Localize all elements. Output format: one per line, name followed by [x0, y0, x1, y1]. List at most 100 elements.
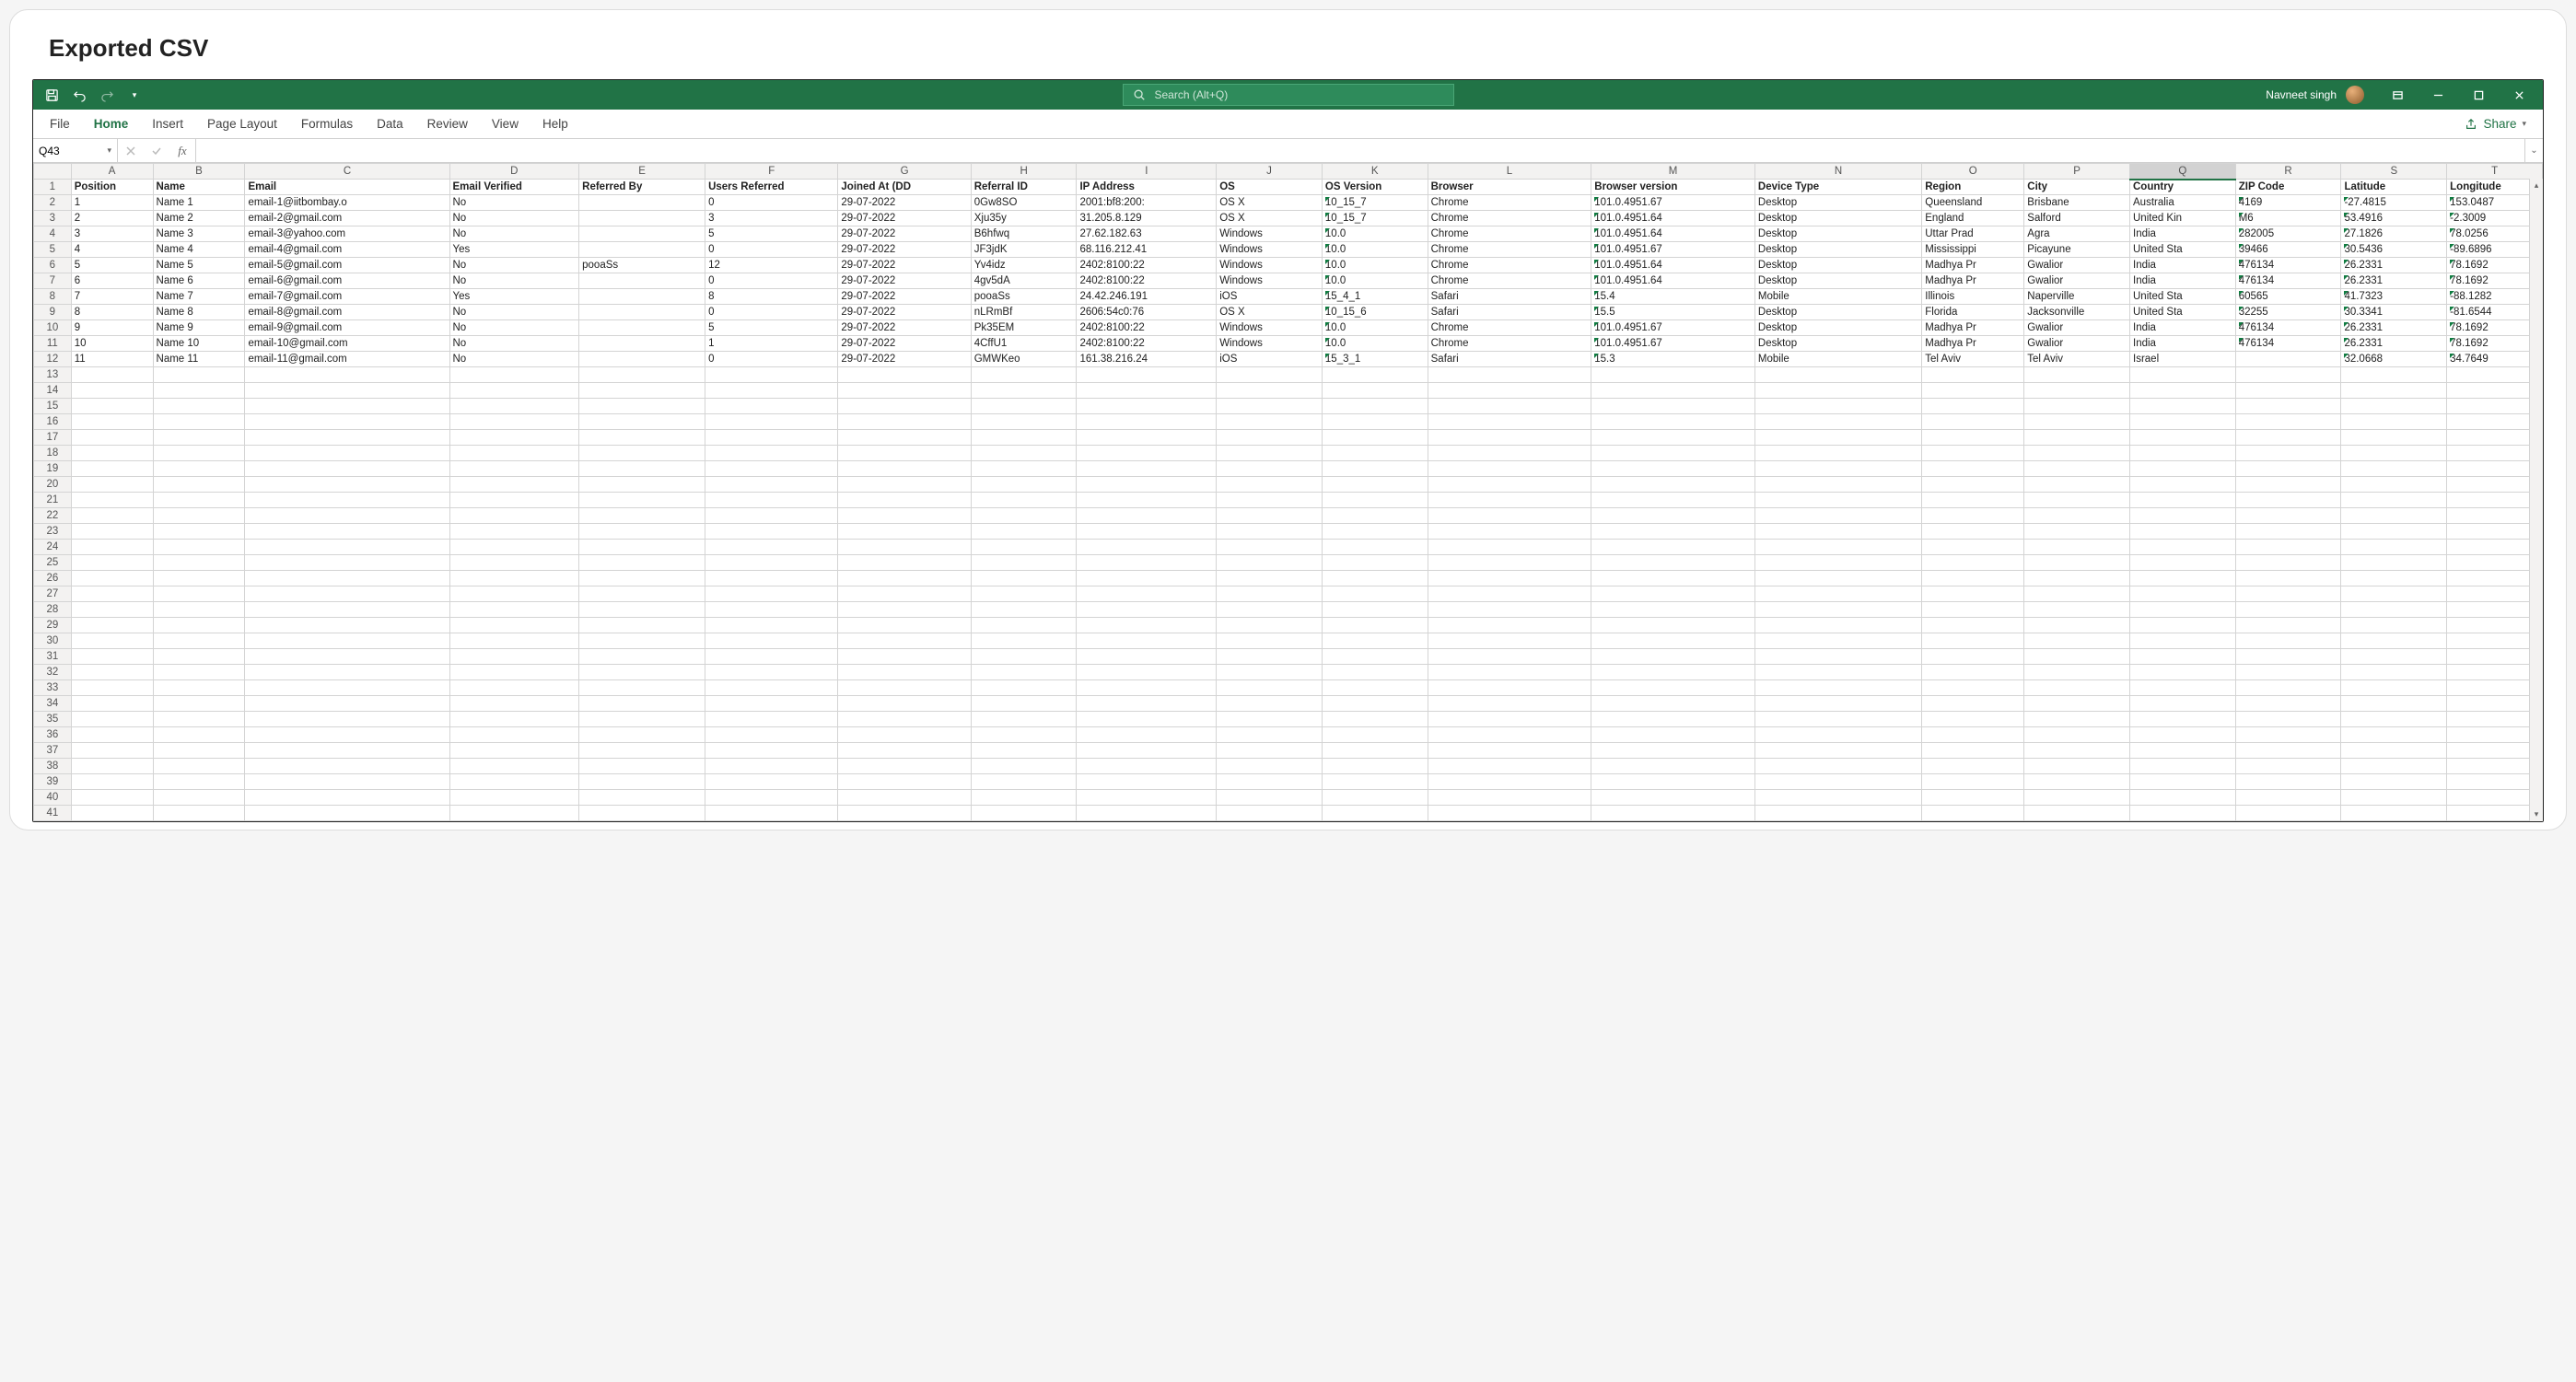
cell[interactable]: [245, 712, 449, 727]
cell[interactable]: 29-07-2022: [838, 320, 971, 336]
cell[interactable]: Name 8: [153, 305, 245, 320]
cell[interactable]: [2024, 555, 2130, 571]
col-header-D[interactable]: D: [449, 164, 579, 180]
cell[interactable]: Naperville: [2024, 289, 2130, 305]
cell[interactable]: GMWKeo: [971, 352, 1077, 367]
cell[interactable]: [2235, 665, 2341, 680]
cell[interactable]: 27.62.182.63: [1077, 226, 1217, 242]
cell[interactable]: [1922, 399, 2024, 414]
scroll-up-icon[interactable]: ▴: [2535, 179, 2539, 192]
cell[interactable]: [838, 696, 971, 712]
cell[interactable]: [71, 524, 153, 540]
cell[interactable]: [1077, 571, 1217, 586]
cell[interactable]: [2024, 712, 2130, 727]
cell[interactable]: 10.0: [1322, 226, 1428, 242]
cell[interactable]: [1428, 633, 1591, 649]
cell[interactable]: [971, 665, 1077, 680]
cell[interactable]: [838, 571, 971, 586]
cell[interactable]: [1322, 743, 1428, 759]
cell[interactable]: [971, 790, 1077, 806]
cell[interactable]: [2447, 649, 2543, 665]
cell[interactable]: 29-07-2022: [838, 242, 971, 258]
cell[interactable]: Region: [1922, 180, 2024, 195]
cell[interactable]: [1217, 430, 1323, 446]
cell[interactable]: [2130, 712, 2236, 727]
cell[interactable]: [1322, 493, 1428, 508]
cell[interactable]: [245, 524, 449, 540]
cell[interactable]: [2130, 399, 2236, 414]
cell[interactable]: [71, 665, 153, 680]
cell[interactable]: [1077, 665, 1217, 680]
cell[interactable]: No: [449, 352, 579, 367]
cell[interactable]: [971, 508, 1077, 524]
cell[interactable]: 0: [705, 273, 838, 289]
cell[interactable]: [71, 649, 153, 665]
cell[interactable]: [245, 508, 449, 524]
cell[interactable]: [153, 571, 245, 586]
row-header[interactable]: 21: [34, 493, 72, 508]
cell[interactable]: [705, 571, 838, 586]
cell[interactable]: [449, 806, 579, 821]
cell[interactable]: No: [449, 226, 579, 242]
cell[interactable]: [153, 493, 245, 508]
cell[interactable]: email-4@gmail.com: [245, 242, 449, 258]
cell[interactable]: [2130, 618, 2236, 633]
cell[interactable]: [579, 633, 705, 649]
cell[interactable]: Windows: [1217, 242, 1323, 258]
cell[interactable]: [1217, 586, 1323, 602]
cell[interactable]: [705, 555, 838, 571]
cell[interactable]: [705, 586, 838, 602]
cell[interactable]: [2130, 461, 2236, 477]
cell[interactable]: [2024, 618, 2130, 633]
row-header[interactable]: 2: [34, 195, 72, 211]
cell[interactable]: [2235, 696, 2341, 712]
row-header[interactable]: 22: [34, 508, 72, 524]
cell[interactable]: [1322, 508, 1428, 524]
cell[interactable]: [2235, 680, 2341, 696]
cell[interactable]: Name 11: [153, 352, 245, 367]
cell[interactable]: 5: [705, 226, 838, 242]
cell[interactable]: 1: [705, 336, 838, 352]
cell[interactable]: 2001:bf8:200:: [1077, 195, 1217, 211]
row-header[interactable]: 7: [34, 273, 72, 289]
cell[interactable]: [2341, 430, 2447, 446]
cell[interactable]: [1322, 806, 1428, 821]
cell[interactable]: [705, 508, 838, 524]
cell[interactable]: 29-07-2022: [838, 273, 971, 289]
cell[interactable]: [705, 618, 838, 633]
cell[interactable]: [1591, 540, 1755, 555]
col-header-R[interactable]: R: [2235, 164, 2341, 180]
cell[interactable]: [971, 586, 1077, 602]
cell[interactable]: [1322, 665, 1428, 680]
cell[interactable]: [1077, 649, 1217, 665]
cell[interactable]: [245, 696, 449, 712]
cell[interactable]: [1217, 680, 1323, 696]
cell[interactable]: [1322, 446, 1428, 461]
cell[interactable]: [153, 618, 245, 633]
cell[interactable]: [2447, 524, 2543, 540]
col-header-P[interactable]: P: [2024, 164, 2130, 180]
cell[interactable]: [1077, 774, 1217, 790]
qat-customize-icon[interactable]: ▾: [122, 83, 147, 107]
cell[interactable]: [2447, 618, 2543, 633]
cell[interactable]: [2024, 727, 2130, 743]
cell[interactable]: 0: [705, 305, 838, 320]
row-header[interactable]: 24: [34, 540, 72, 555]
cell[interactable]: [838, 602, 971, 618]
cell[interactable]: [245, 414, 449, 430]
cell[interactable]: [2341, 524, 2447, 540]
cell[interactable]: [1922, 790, 2024, 806]
cell[interactable]: [579, 273, 705, 289]
cell[interactable]: [1217, 649, 1323, 665]
cell[interactable]: [153, 649, 245, 665]
cell[interactable]: [2447, 555, 2543, 571]
cell[interactable]: [245, 461, 449, 477]
cell[interactable]: Safari: [1428, 289, 1591, 305]
cell[interactable]: [1217, 477, 1323, 493]
cell[interactable]: 29-07-2022: [838, 305, 971, 320]
avatar[interactable]: [2346, 86, 2364, 104]
cell[interactable]: [2130, 696, 2236, 712]
row-header[interactable]: 35: [34, 712, 72, 727]
cell[interactable]: 10.0: [1322, 242, 1428, 258]
cell[interactable]: [449, 367, 579, 383]
